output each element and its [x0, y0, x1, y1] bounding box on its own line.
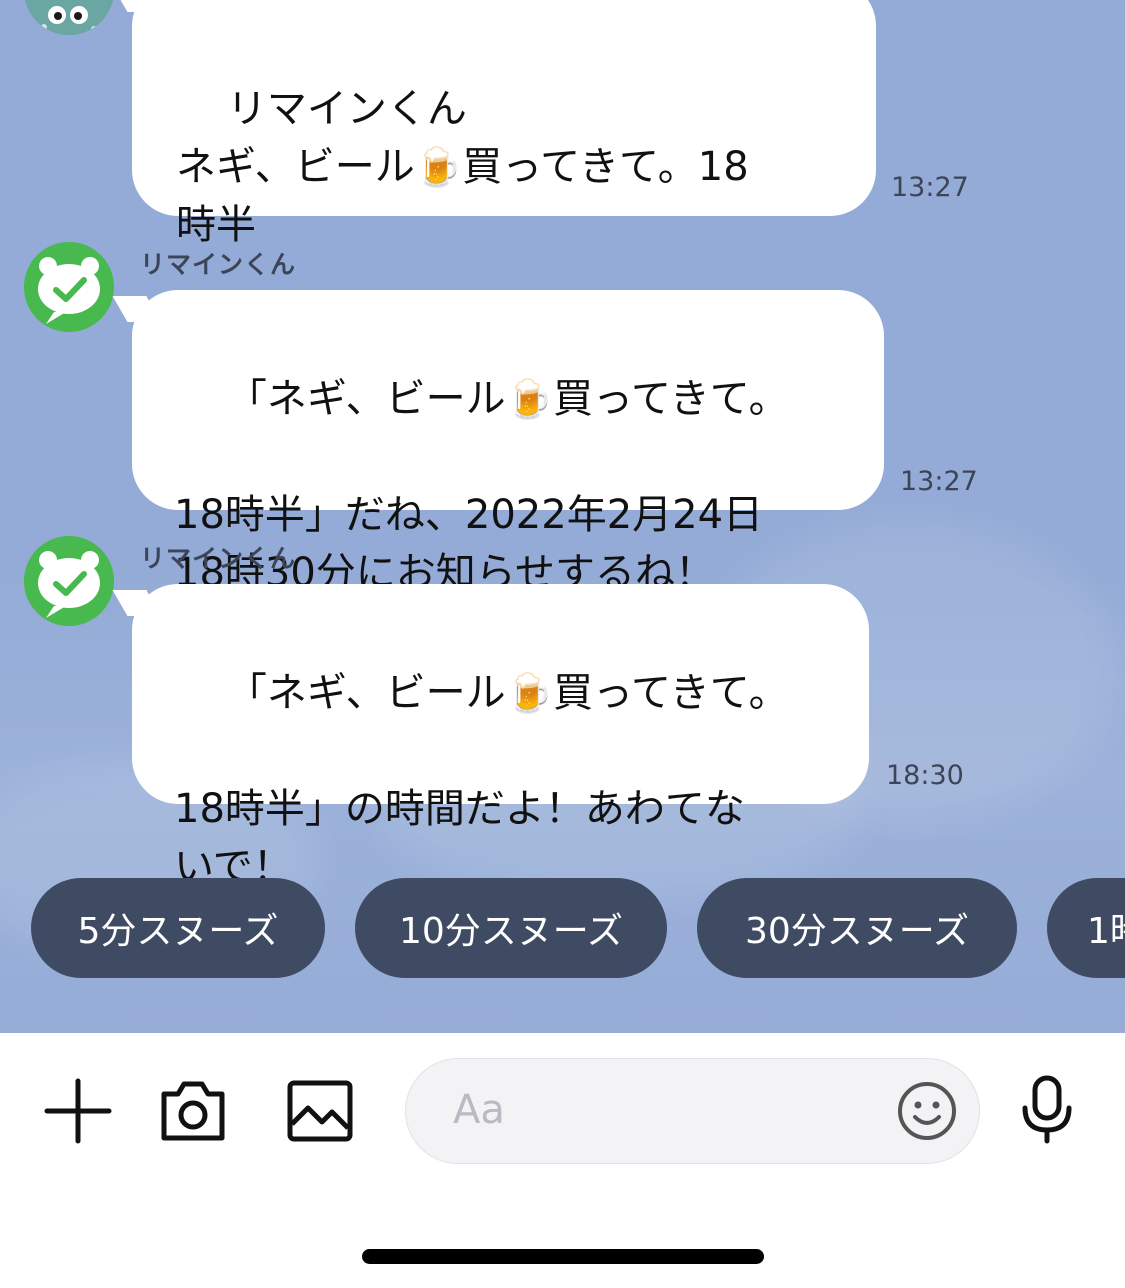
quick-reply-snooze-30[interactable]: 30分スヌーズ: [697, 878, 1017, 978]
message-input[interactable]: Aa: [405, 1058, 980, 1164]
home-indicator: [362, 1249, 764, 1264]
bot-avatar[interactable]: [24, 536, 114, 626]
message-time: 13:27: [891, 172, 969, 203]
beer-emoji: 🍺: [414, 145, 463, 189]
beer-emoji: 🍺: [505, 671, 553, 715]
quick-reply-snooze-10[interactable]: 10分スヌーズ: [355, 878, 667, 978]
monster-avatar-icon: [25, 0, 113, 35]
message-text: 買ってきて。: [553, 376, 789, 422]
message-bubble[interactable]: リマインくん ネギ、ビール🍺買ってきて。18 時半: [132, 0, 876, 248]
message-time: 13:27: [900, 466, 978, 497]
sender-name: リマインくん: [140, 250, 297, 279]
quick-reply-snooze-5[interactable]: 5分スヌーズ: [31, 878, 325, 978]
smiley-icon[interactable]: [896, 1080, 958, 1142]
plus-icon[interactable]: [44, 1078, 112, 1144]
sender-name: リマインくん: [140, 544, 297, 573]
message-time: 18:30: [886, 760, 964, 791]
beer-emoji: 🍺: [505, 377, 553, 421]
quick-reply-snooze-1h[interactable]: 1時: [1047, 878, 1125, 978]
message-text: 買ってきて。: [553, 670, 789, 716]
image-icon[interactable]: [286, 1078, 354, 1144]
user-avatar[interactable]: [24, 0, 114, 35]
message-text: 「ネギ、ビール: [226, 670, 506, 716]
microphone-icon[interactable]: [1018, 1074, 1076, 1144]
message-bubble[interactable]: 「ネギ、ビール🍺買ってきて。 18時半」の時間だよ！あわてな いで！: [132, 584, 869, 890]
message-bubble[interactable]: 「ネギ、ビール🍺買ってきて。 18時半」だね、2022年2月24日 18時30分…: [132, 290, 884, 596]
bot-avatar[interactable]: [24, 242, 114, 332]
chat-area[interactable]: リマインくん ネギ、ビール🍺買ってきて。18 時半 13:27 リマインくん 「…: [0, 0, 1125, 1033]
input-placeholder: Aa: [453, 1087, 505, 1133]
checkmark-chat-avatar-icon: [24, 536, 114, 626]
message-text: 「ネギ、ビール: [226, 376, 506, 422]
camera-icon[interactable]: [158, 1078, 228, 1144]
checkmark-chat-avatar-icon: [24, 242, 114, 332]
